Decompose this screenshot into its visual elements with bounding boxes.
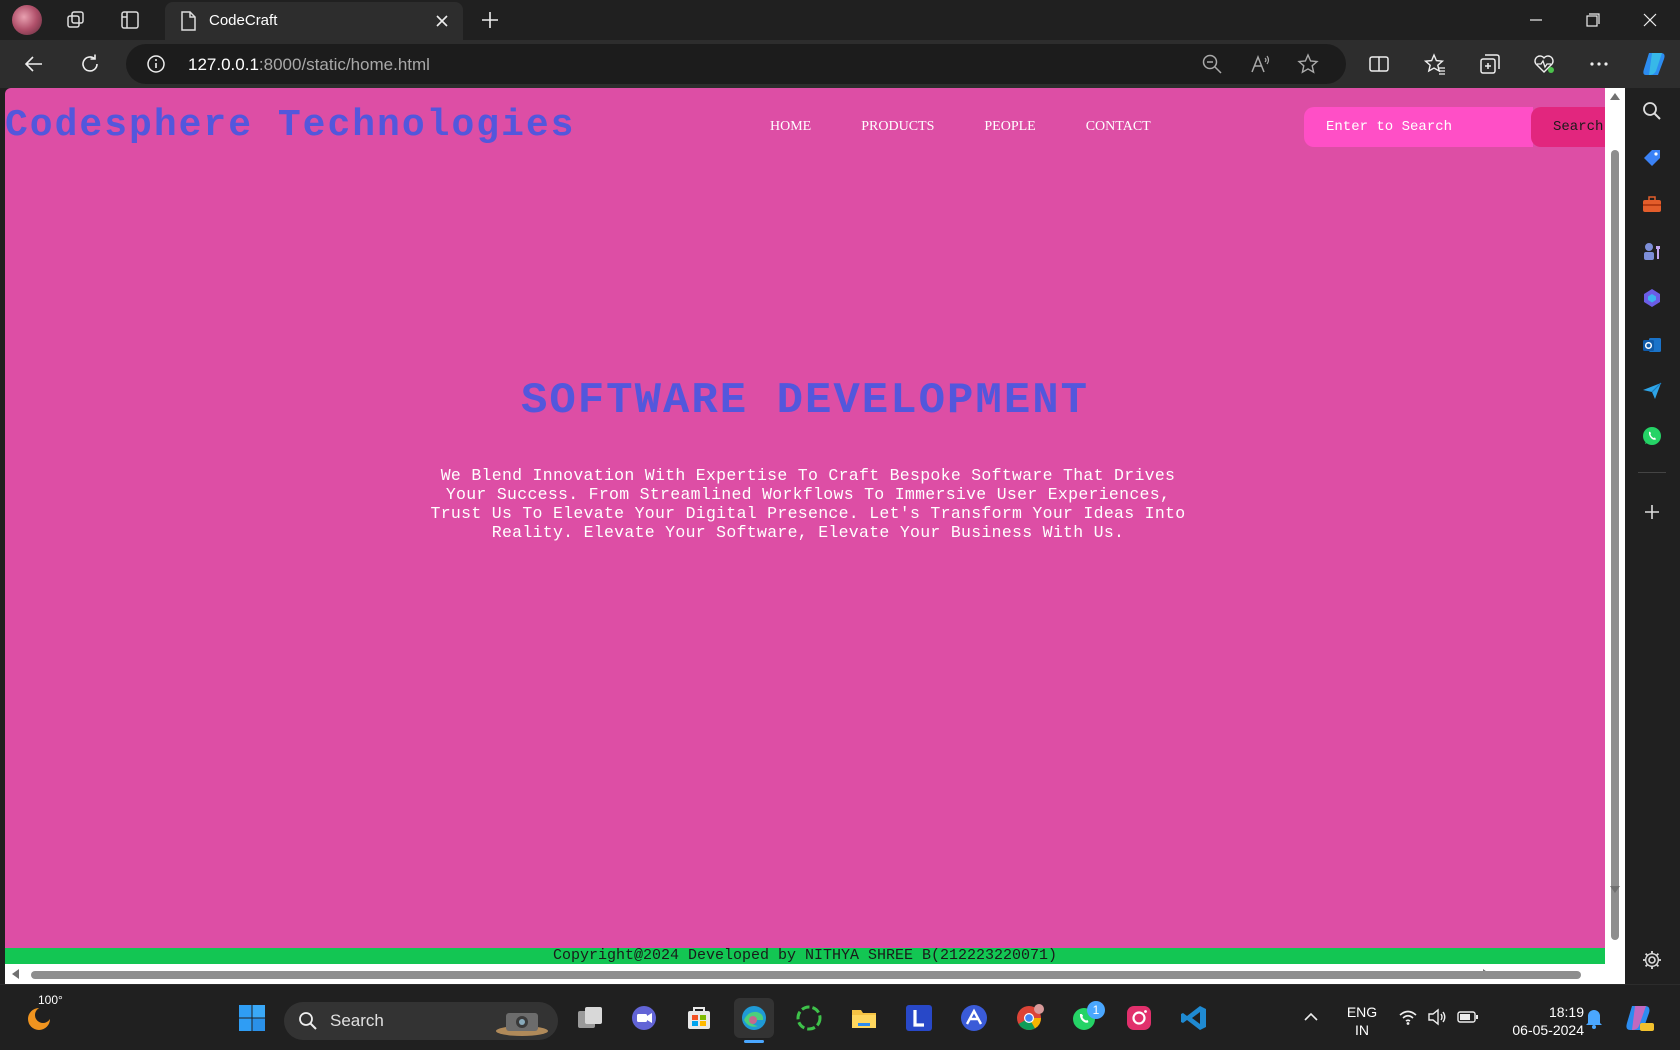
weather-temperature[interactable]: 100°	[38, 993, 63, 1007]
windows-start-icon[interactable]	[232, 998, 272, 1038]
camera-doodle-icon	[494, 1005, 550, 1037]
close-window-button[interactable]	[1622, 0, 1678, 40]
show-hidden-icons-chevron-icon[interactable]	[1302, 1008, 1320, 1026]
teams-meet-icon[interactable]	[624, 998, 664, 1038]
shopping-tag-icon[interactable]	[1638, 144, 1666, 172]
clock-time: 18:19	[1548, 1004, 1584, 1020]
nav-contact[interactable]: CONTACT	[1086, 119, 1151, 135]
scroll-up-arrow-icon[interactable]	[1610, 92, 1620, 102]
weather-sun-icon[interactable]	[26, 1004, 54, 1032]
url-path: :8000/static/home.html	[258, 55, 430, 74]
vertical-tabs-icon[interactable]	[112, 2, 148, 38]
search-input[interactable]	[1304, 107, 1533, 147]
browser-title-bar: CodeCraft	[0, 0, 1680, 40]
wifi-icon[interactable]	[1398, 1008, 1418, 1026]
tab-codecraft[interactable]: CodeCraft	[165, 2, 463, 40]
scroll-down-arrow-icon[interactable]	[1610, 884, 1620, 894]
page-icon	[179, 11, 197, 31]
volume-icon[interactable]	[1427, 1008, 1447, 1026]
loader-app-icon[interactable]	[789, 998, 829, 1038]
footer-copyright: Copyright@2024 Developed by NITHYA SHREE…	[5, 948, 1605, 964]
restore-button[interactable]	[1565, 0, 1621, 40]
close-tab-icon[interactable]	[429, 8, 455, 34]
workspaces-icon[interactable]	[58, 2, 94, 38]
more-options-icon[interactable]	[1581, 46, 1617, 82]
chrome-icon[interactable]	[1009, 998, 1049, 1038]
region-code: IN	[1355, 1022, 1369, 1038]
vscode-icon[interactable]	[1174, 998, 1214, 1038]
new-tab-button[interactable]	[472, 2, 508, 38]
whatsapp-notification-badge: 1	[1087, 1001, 1105, 1019]
l-app-icon[interactable]	[899, 998, 939, 1038]
microsoft-store-icon[interactable]	[679, 998, 719, 1038]
favorite-star-icon[interactable]	[1290, 46, 1326, 82]
outlook-icon[interactable]	[1638, 331, 1666, 359]
vertical-scrollbar[interactable]	[1605, 88, 1625, 984]
nav-people[interactable]: PEOPLE	[984, 119, 1035, 135]
nav-products[interactable]: PRODUCTS	[861, 119, 934, 135]
send-paper-plane-icon[interactable]	[1638, 377, 1666, 405]
tools-briefcase-icon[interactable]	[1638, 190, 1666, 218]
instagram-icon[interactable]	[1119, 998, 1159, 1038]
battery-icon[interactable]	[1457, 1009, 1479, 1025]
site-info-icon[interactable]	[146, 54, 166, 74]
clock-date: 06-05-2024	[1512, 1022, 1584, 1038]
sidebar-settings-gear-icon[interactable]	[1638, 946, 1666, 974]
task-view-icon[interactable]	[570, 998, 610, 1038]
search-icon[interactable]	[1638, 97, 1666, 125]
browser-toolbar: 127.0.0.1:8000/static/home.html	[0, 40, 1680, 88]
nav-home[interactable]: HOME	[770, 119, 811, 135]
url-host: 127.0.0.1	[188, 55, 259, 74]
edge-sidebar	[1625, 88, 1680, 984]
split-screen-icon[interactable]	[1361, 46, 1397, 82]
edge-browser-icon[interactable]	[734, 998, 774, 1038]
active-app-indicator	[744, 1040, 764, 1043]
browser-essentials-icon[interactable]	[1526, 46, 1562, 82]
site-logo[interactable]: Codesphere Technologies	[5, 104, 576, 147]
favorites-icon[interactable]	[1417, 46, 1453, 82]
file-explorer-icon[interactable]	[844, 998, 884, 1038]
language-code: ENG	[1346, 1004, 1378, 1020]
back-icon[interactable]	[16, 46, 52, 82]
tab-title: CodeCraft	[209, 12, 278, 29]
vertical-scroll-thumb[interactable]	[1611, 150, 1619, 940]
read-aloud-icon[interactable]	[1242, 46, 1278, 82]
collections-icon[interactable]	[1472, 46, 1508, 82]
minimize-button[interactable]	[1508, 0, 1564, 40]
main-nav: HOME PRODUCTS PEOPLE CONTACT	[770, 119, 1151, 135]
zoom-out-icon[interactable]	[1194, 46, 1230, 82]
profile-avatar[interactable]	[12, 5, 42, 35]
copilot-taskbar-icon[interactable]	[1622, 1001, 1656, 1035]
horizontal-scroll-thumb[interactable]	[31, 971, 1581, 979]
games-icon[interactable]	[1638, 237, 1666, 265]
hero-description: We Blend Innovation With Expertise To Cr…	[430, 466, 1186, 542]
sidebar-divider	[1638, 472, 1666, 473]
add-sidebar-item-icon[interactable]	[1638, 498, 1666, 526]
hero-title: SOFTWARE DEVELOPMENT	[520, 376, 1090, 426]
page-viewport: Codesphere Technologies HOME PRODUCTS PE…	[5, 88, 1625, 984]
copilot-sidebar-icon[interactable]	[1638, 284, 1666, 312]
taskbar-search-label: Search	[330, 1011, 384, 1030]
scroll-left-arrow-icon[interactable]	[11, 969, 21, 979]
url-text[interactable]: 127.0.0.1:8000/static/home.html	[188, 55, 430, 75]
refresh-icon[interactable]	[72, 46, 108, 82]
search-icon	[298, 1011, 318, 1031]
address-bar[interactable]: 127.0.0.1:8000/static/home.html	[126, 44, 1346, 84]
whatsapp-sidebar-icon[interactable]	[1638, 422, 1666, 450]
windows-taskbar: 100° Search 1 ENG IN 18:19 06-05-2024	[0, 984, 1680, 1050]
input-language[interactable]: ENG IN	[1344, 1003, 1380, 1039]
system-clock[interactable]: 18:19 06-05-2024	[1494, 1003, 1584, 1039]
copilot-icon[interactable]	[1635, 44, 1675, 84]
taskbar-search[interactable]: Search	[284, 1002, 558, 1040]
triangle-app-icon[interactable]	[954, 998, 994, 1038]
notification-bell-icon[interactable]	[1584, 1007, 1604, 1029]
